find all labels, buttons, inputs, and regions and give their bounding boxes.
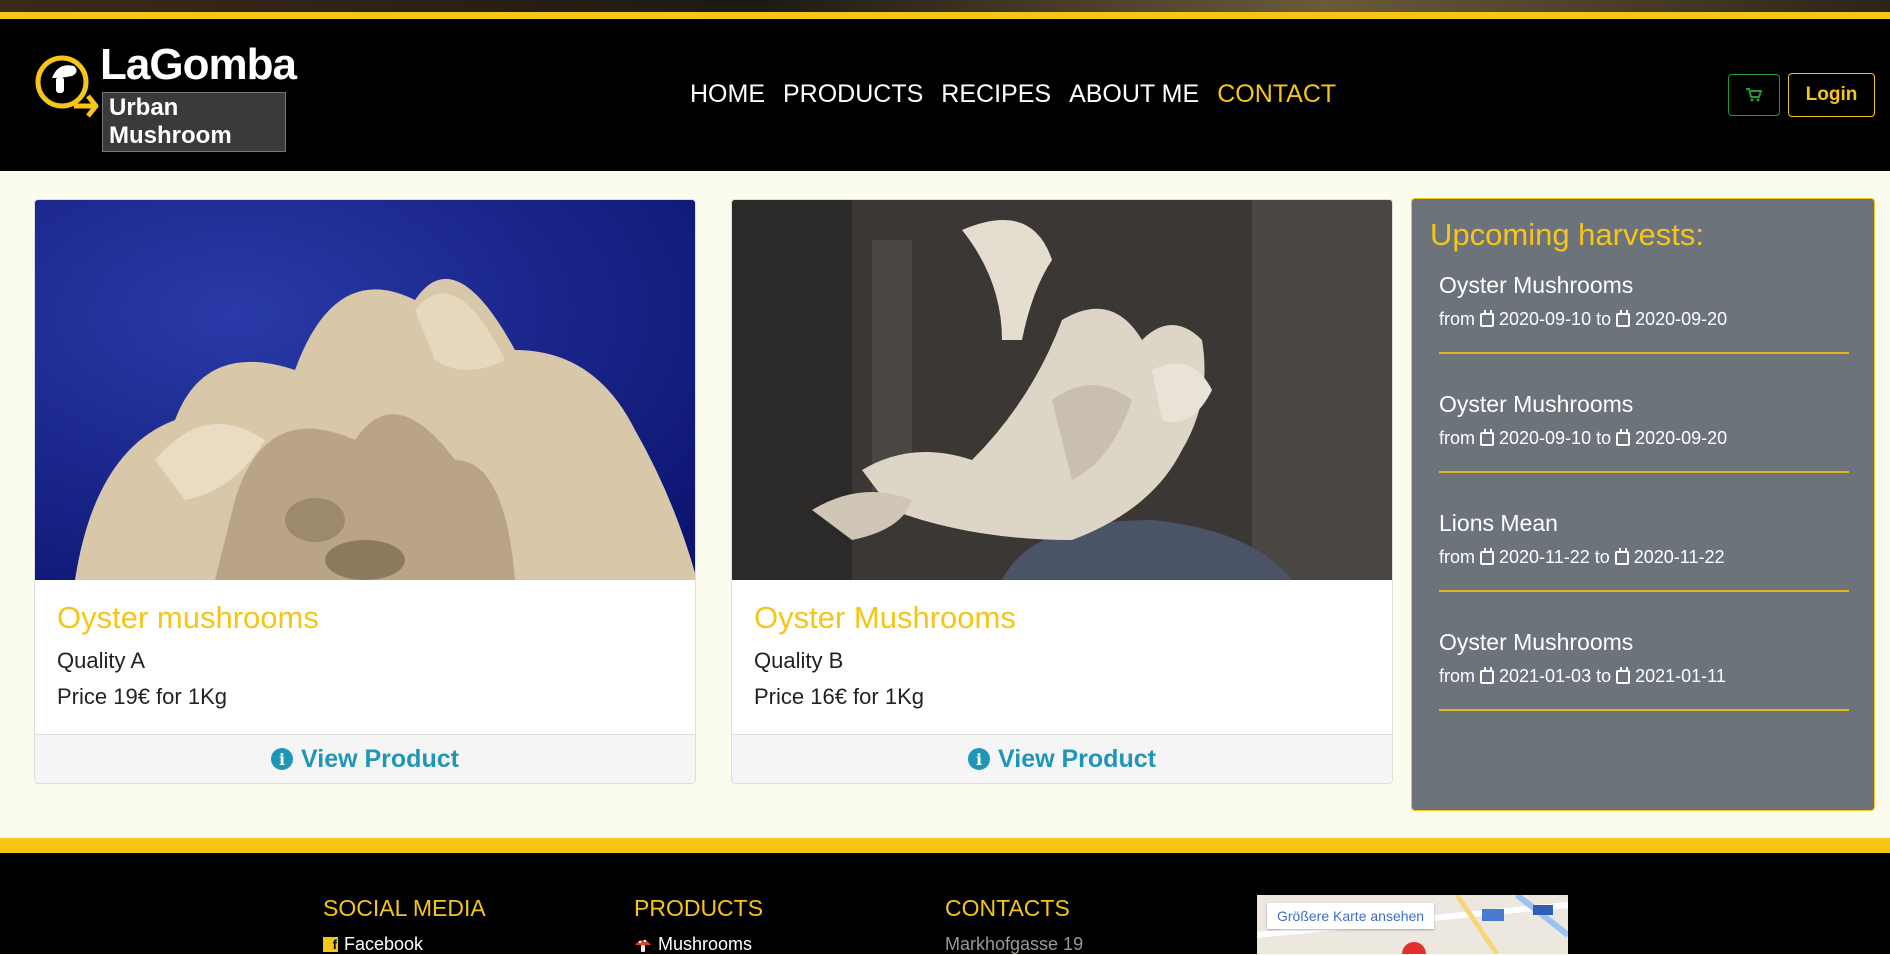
from-label: from — [1439, 309, 1475, 329]
from-label: from — [1439, 547, 1475, 567]
footer-contacts-title: CONTACTS — [945, 895, 1070, 921]
calendar-icon — [1480, 666, 1494, 684]
product-price: Price 19€ for 1Kg — [57, 684, 227, 709]
harvest-dates: from 2020-11-22 to 2020-11-22 — [1439, 547, 1849, 568]
calendar-icon — [1480, 309, 1494, 327]
upcoming-harvests-panel: Upcoming harvests: Oyster Mushrooms from… — [1411, 198, 1875, 811]
to-label: to — [1596, 309, 1612, 329]
mushroom-logo-icon — [35, 55, 99, 118]
harvest-from-date: 2021-01-03 — [1499, 666, 1592, 686]
product-title[interactable]: Oyster mushrooms — [57, 600, 673, 636]
harvest-name: Oyster Mushrooms — [1439, 272, 1634, 298]
product-title[interactable]: Oyster Mushrooms — [754, 600, 1370, 636]
mushrooms-label: Mushrooms — [658, 934, 753, 954]
to-label: to — [1596, 428, 1612, 448]
harvest-name: Lions Mean — [1439, 510, 1558, 536]
harvest-to-date: 2020-09-20 — [1635, 428, 1728, 448]
harvest-dates: from 2021-01-03 to 2021-01-11 — [1439, 666, 1849, 687]
harvest-dates: from 2020-09-10 to 2020-09-20 — [1439, 428, 1849, 449]
from-label: from — [1439, 428, 1475, 448]
nav-home[interactable]: HOME — [690, 80, 765, 109]
product-card: Oyster Mushrooms Quality B Price 16€ for… — [731, 199, 1393, 784]
from-label: from — [1439, 666, 1475, 686]
nav-about-me[interactable]: ABOUT ME — [1069, 80, 1199, 109]
view-product-label: View Product — [998, 744, 1156, 773]
product-image-oyster-b[interactable] — [732, 200, 1392, 580]
harvest-to-date: 2020-09-20 — [1635, 309, 1728, 329]
facebook-link[interactable]: f Facebook — [323, 934, 486, 955]
harvest-from-date: 2020-09-10 — [1499, 309, 1592, 329]
cart-icon — [1746, 88, 1762, 102]
to-label: to — [1594, 547, 1610, 567]
calendar-icon — [1616, 666, 1631, 684]
footer-social: SOCIAL MEDIA f Facebook — [323, 895, 486, 955]
nav-contact[interactable]: CONTACT — [1217, 80, 1336, 109]
nav-recipes[interactable]: RECIPES — [941, 80, 1051, 109]
harvest-from-date: 2020-11-22 — [1499, 547, 1590, 567]
to-label: to — [1596, 666, 1612, 686]
view-product-button[interactable]: i View Product — [732, 734, 1392, 783]
embedded-map[interactable]: Größere Karte ansehen — [1257, 895, 1568, 954]
footer-contacts: CONTACTS Markhofgasse 19 — [945, 895, 1083, 955]
harvest-item: Oyster Mushrooms from 2020-09-10 to 2020… — [1439, 272, 1849, 354]
contact-address: Markhofgasse 19 — [945, 934, 1084, 954]
mushroom-icon — [635, 939, 651, 952]
info-icon: i — [968, 748, 991, 770]
facebook-label: Facebook — [344, 934, 424, 954]
product-card: Oyster mushrooms Quality A Price 19€ for… — [34, 199, 696, 784]
login-button[interactable]: Login — [1788, 73, 1875, 117]
footer-products-title: PRODUCTS — [634, 895, 764, 921]
harvest-to-date: 2020-11-22 — [1633, 547, 1725, 567]
mushrooms-link[interactable]: Mushrooms — [634, 934, 763, 955]
larger-map-button[interactable]: Größere Karte ansehen — [1267, 903, 1435, 929]
harvest-name: Oyster Mushrooms — [1439, 629, 1634, 655]
brand-logo[interactable]: LaGomba Urban Mushroom — [34, 40, 297, 152]
harvest-name: Oyster Mushrooms — [1439, 391, 1634, 417]
harvest-item: Oyster Mushrooms from 2020-09-10 to 2020… — [1439, 391, 1849, 473]
harvest-dates: from 2020-09-10 to 2020-09-20 — [1439, 309, 1849, 330]
product-quality: Quality A — [57, 648, 146, 673]
footer-products: PRODUCTS Mushrooms — [634, 895, 763, 955]
footer-accent-line — [0, 838, 1890, 853]
facebook-icon: f — [323, 937, 338, 952]
calendar-icon — [1616, 309, 1631, 327]
harvests-title: Upcoming harvests: — [1430, 217, 1704, 252]
product-price: Price 16€ for 1Kg — [754, 684, 924, 709]
brand-name: LaGomba — [100, 40, 297, 89]
cart-button[interactable] — [1728, 74, 1780, 116]
view-product-button[interactable]: i View Product — [35, 734, 695, 783]
view-product-label: View Product — [301, 744, 459, 773]
footer-social-title: SOCIAL MEDIA — [323, 895, 486, 921]
harvest-from-date: 2020-09-10 — [1499, 428, 1592, 448]
calendar-icon — [1614, 547, 1629, 565]
harvest-item: Oyster Mushrooms from 2021-01-03 to 2021… — [1439, 629, 1849, 711]
main-nav: HOME PRODUCTS RECIPES ABOUT ME CONTACT — [690, 80, 1336, 109]
calendar-icon — [1480, 428, 1494, 446]
product-image-oyster-a[interactable] — [35, 200, 695, 580]
harvest-item: Lions Mean from 2020-11-22 to 2020-11-22 — [1439, 510, 1849, 592]
brand-tagline: Urban Mushroom — [102, 92, 286, 152]
calendar-icon — [1480, 547, 1494, 565]
harvest-to-date: 2021-01-11 — [1635, 666, 1726, 686]
top-accent-line — [0, 12, 1890, 19]
calendar-icon — [1616, 428, 1631, 446]
nav-products[interactable]: PRODUCTS — [783, 80, 923, 109]
product-quality: Quality B — [754, 648, 844, 673]
info-icon: i — [271, 748, 294, 770]
top-image-strip — [0, 0, 1890, 12]
